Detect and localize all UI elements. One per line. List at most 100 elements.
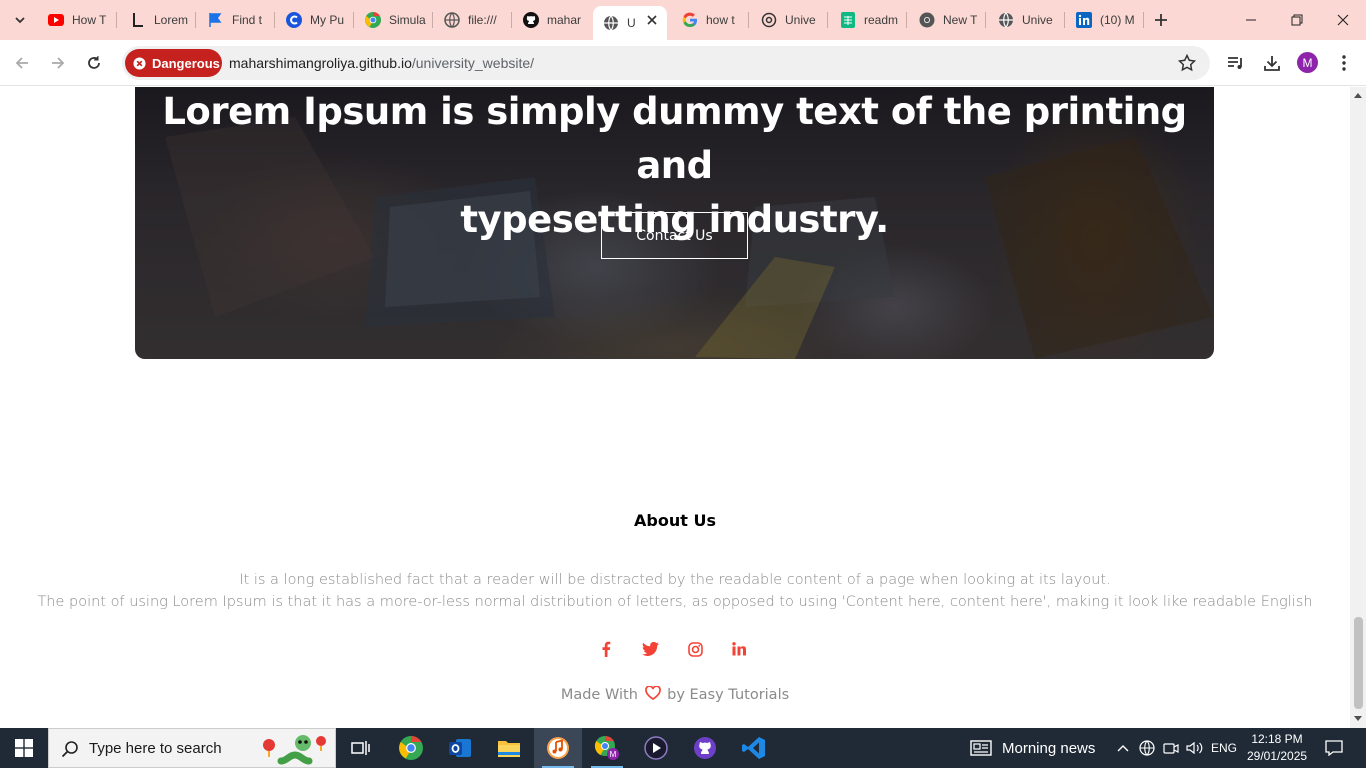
tab-12[interactable]: New T xyxy=(909,6,983,34)
close-window-button[interactable] xyxy=(1320,0,1366,40)
browser-menu-button[interactable] xyxy=(1332,51,1356,75)
tab-search-button[interactable] xyxy=(8,8,32,32)
restore-icon xyxy=(1291,14,1303,26)
minimize-button[interactable] xyxy=(1228,0,1274,40)
chrome-icon xyxy=(919,12,935,28)
taskbar-search-box[interactable]: Type here to search xyxy=(48,728,336,768)
vscode-icon xyxy=(742,737,765,759)
tab-title: Unive xyxy=(785,13,816,27)
chatgpt-icon xyxy=(761,12,777,28)
close-icon xyxy=(1337,14,1349,26)
downloads-button[interactable] xyxy=(1260,51,1284,75)
start-button[interactable] xyxy=(0,728,48,768)
tab-divider xyxy=(906,12,907,28)
tab-close-button[interactable] xyxy=(645,13,659,27)
camera-button[interactable] xyxy=(1160,728,1182,768)
tab-strip: How T Lorem Find t My Pu Simula file:///… xyxy=(0,0,1366,40)
tab-9[interactable]: how t xyxy=(672,6,746,34)
scrollbar-thumb[interactable] xyxy=(1354,617,1363,709)
tab-5[interactable]: Simula xyxy=(355,6,429,34)
sheet-icon xyxy=(840,12,856,28)
facebook-link[interactable] xyxy=(596,639,616,659)
url-path: /university_website/ xyxy=(411,55,535,71)
tab-divider xyxy=(985,12,986,28)
playlist-icon xyxy=(1228,57,1242,69)
address-bar[interactable]: Dangerous maharshimangroliya.github.io/u… xyxy=(122,46,1210,80)
tab-3[interactable]: Find t xyxy=(198,6,270,34)
about-us-heading: About Us xyxy=(634,511,716,530)
google-icon xyxy=(682,12,698,28)
tab-active[interactable]: U xyxy=(593,6,667,40)
notifications-button[interactable] xyxy=(1318,728,1350,768)
about-us-line: It is a long established fact that a rea… xyxy=(239,572,1111,588)
tab-13[interactable]: Unive xyxy=(988,6,1062,34)
made-with-prefix: Made With xyxy=(560,687,638,703)
reload-icon xyxy=(88,56,100,69)
download-icon xyxy=(1264,56,1280,71)
page-scrollbar[interactable] xyxy=(1350,87,1366,728)
globe-network-icon xyxy=(1139,740,1155,756)
about-us-text: It is a long established fact that a rea… xyxy=(0,569,1350,613)
tab-4[interactable]: My Pu xyxy=(276,6,350,34)
media-controls-button[interactable] xyxy=(1224,51,1248,75)
show-hidden-icons-button[interactable] xyxy=(1112,728,1134,768)
instagram-link[interactable] xyxy=(685,639,705,659)
tab-14[interactable]: (10) M xyxy=(1066,6,1140,34)
linkedin-link[interactable] xyxy=(729,639,749,659)
media-player-icon xyxy=(644,736,668,760)
taskbar-outlook[interactable] xyxy=(436,728,484,768)
network-button[interactable] xyxy=(1136,728,1158,768)
forward-button[interactable] xyxy=(46,51,70,75)
newspaper-icon xyxy=(970,740,992,756)
taskbar-music-player[interactable] xyxy=(534,728,582,768)
taskbar-file-explorer[interactable] xyxy=(485,728,533,768)
scroll-up-arrow-icon[interactable] xyxy=(1354,92,1362,98)
taskbar-github-desktop[interactable] xyxy=(681,728,729,768)
tab-7[interactable]: mahar xyxy=(513,6,589,34)
back-button[interactable] xyxy=(10,51,34,75)
cta-banner: Lorem Ipsum is simply dummy text of the … xyxy=(135,87,1214,359)
restore-button[interactable] xyxy=(1274,0,1320,40)
taskbar-media-player[interactable] xyxy=(632,728,680,768)
search-placeholder: Type here to search xyxy=(89,740,222,757)
scroll-down-arrow-icon[interactable] xyxy=(1354,716,1362,722)
language-indicator[interactable]: ENG xyxy=(1208,728,1240,768)
tab-1[interactable]: How T xyxy=(38,6,110,34)
tab-10[interactable]: Unive xyxy=(751,6,825,34)
tab-title: My Pu xyxy=(310,13,345,27)
tab-2[interactable]: Lorem xyxy=(120,6,192,34)
camera-icon xyxy=(1163,743,1179,754)
youtube-icon xyxy=(48,12,64,28)
taskbar-chrome-profile[interactable]: M xyxy=(583,728,631,768)
taskbar-chrome[interactable] xyxy=(387,728,435,768)
taskbar-vscode[interactable] xyxy=(730,728,778,768)
made-with-text: Made With by Easy Tutorials xyxy=(0,686,1350,703)
globe-icon xyxy=(603,15,619,31)
browser-toolbar: Dangerous maharshimangroliya.github.io/u… xyxy=(0,40,1366,86)
linkedin-icon xyxy=(1076,12,1092,28)
tab-11[interactable]: readm xyxy=(830,6,904,34)
lorem-ipsum-icon xyxy=(130,12,146,28)
tab-divider xyxy=(195,12,196,28)
tab-divider xyxy=(827,12,828,28)
bookmark-star-button[interactable] xyxy=(1177,53,1197,72)
cta-heading-line: Lorem Ipsum is simply dummy text of the … xyxy=(162,90,1187,187)
tab-6[interactable]: file:/// xyxy=(434,6,508,34)
file-explorer-icon xyxy=(498,741,520,757)
contact-us-button[interactable]: Contact Us xyxy=(601,212,748,259)
tab-title: (10) M xyxy=(1100,13,1135,27)
tab-title: How T xyxy=(72,13,107,27)
reload-button[interactable] xyxy=(82,51,106,75)
task-view-button[interactable] xyxy=(337,728,385,768)
system-clock[interactable]: 12:18 PM 29/01/2025 xyxy=(1247,731,1307,765)
tab-divider xyxy=(353,12,354,28)
task-view-icon xyxy=(351,741,370,755)
security-warning-chip[interactable]: Dangerous xyxy=(125,49,222,77)
news-widget[interactable]: Morning news xyxy=(970,728,1095,768)
twitter-link[interactable] xyxy=(640,639,660,659)
tab-title: Simula xyxy=(389,13,426,27)
arrow-right-icon xyxy=(52,57,65,69)
volume-button[interactable] xyxy=(1184,728,1206,768)
new-tab-button[interactable] xyxy=(1150,9,1172,31)
profile-avatar[interactable]: M xyxy=(1297,52,1318,73)
